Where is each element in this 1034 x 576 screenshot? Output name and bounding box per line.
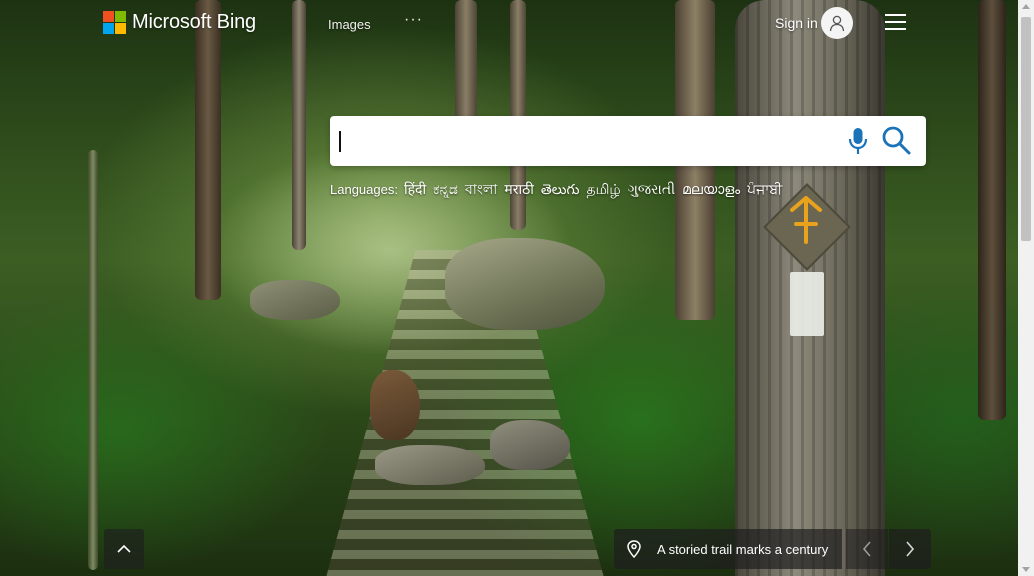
background-image (0, 0, 1018, 576)
chevron-up-icon (117, 544, 131, 553)
image-caption-text: A storied trail marks a century (657, 541, 829, 557)
languages-row: Languages: हिंदी ಕನ್ನಡ বাংলা मराठी తెలుగ… (330, 178, 789, 202)
microsoft-logo-icon (103, 11, 126, 34)
language-link[interactable]: ಕನ್ನಡ (433, 181, 458, 198)
nav-images-link[interactable]: Images (328, 17, 371, 32)
language-link[interactable]: বাংলা (465, 178, 497, 202)
scroll-up-button[interactable] (104, 529, 144, 569)
user-avatar-icon[interactable] (821, 7, 853, 39)
location-pin-icon (627, 540, 641, 558)
language-link[interactable]: ਪੰਜਾਬੀ (747, 181, 782, 198)
hamburger-menu-icon[interactable] (885, 14, 907, 30)
trail-marker-icon (790, 196, 822, 244)
language-link[interactable]: தமிழ் (587, 181, 621, 200)
scrollbar-thumb[interactable] (1021, 17, 1031, 241)
text-caret (339, 131, 341, 152)
microphone-icon[interactable] (845, 126, 871, 156)
rock (375, 445, 485, 485)
rock (250, 280, 340, 320)
rock (445, 238, 605, 330)
bing-logo[interactable]: Microsoft Bing (103, 11, 256, 34)
language-link[interactable]: मराठी (504, 180, 533, 199)
scroll-arrow-up-icon[interactable] (1022, 4, 1030, 9)
page-scrollbar[interactable] (1018, 0, 1034, 576)
languages-label: Languages: (330, 182, 398, 197)
tree-trunk (978, 0, 1006, 420)
search-input[interactable] (340, 126, 834, 158)
image-caption-button[interactable]: A storied trail marks a century (614, 529, 842, 569)
chevron-left-icon (862, 541, 871, 557)
chevron-right-icon (906, 541, 915, 557)
previous-image-button[interactable] (846, 529, 888, 569)
header: Microsoft Bing Images ··· Sign in (0, 0, 1018, 46)
next-image-button[interactable] (889, 529, 931, 569)
language-link[interactable]: ગુજરાતી (628, 181, 675, 198)
tree-trunk (88, 150, 98, 570)
logo-text: Microsoft Bing (132, 11, 256, 33)
sign-in-link[interactable]: Sign in (775, 15, 818, 31)
more-options-icon[interactable]: ··· (404, 11, 423, 29)
language-link[interactable]: മലയാളം (682, 181, 740, 198)
language-link[interactable]: తెలుగు (541, 181, 580, 201)
scroll-arrow-down-icon[interactable] (1022, 567, 1030, 572)
tree-stump (370, 370, 420, 440)
language-link[interactable]: हिंदी (404, 180, 426, 199)
white-blaze (790, 272, 824, 336)
rock (490, 420, 570, 470)
search-icon[interactable] (880, 124, 912, 156)
search-box (330, 116, 926, 166)
